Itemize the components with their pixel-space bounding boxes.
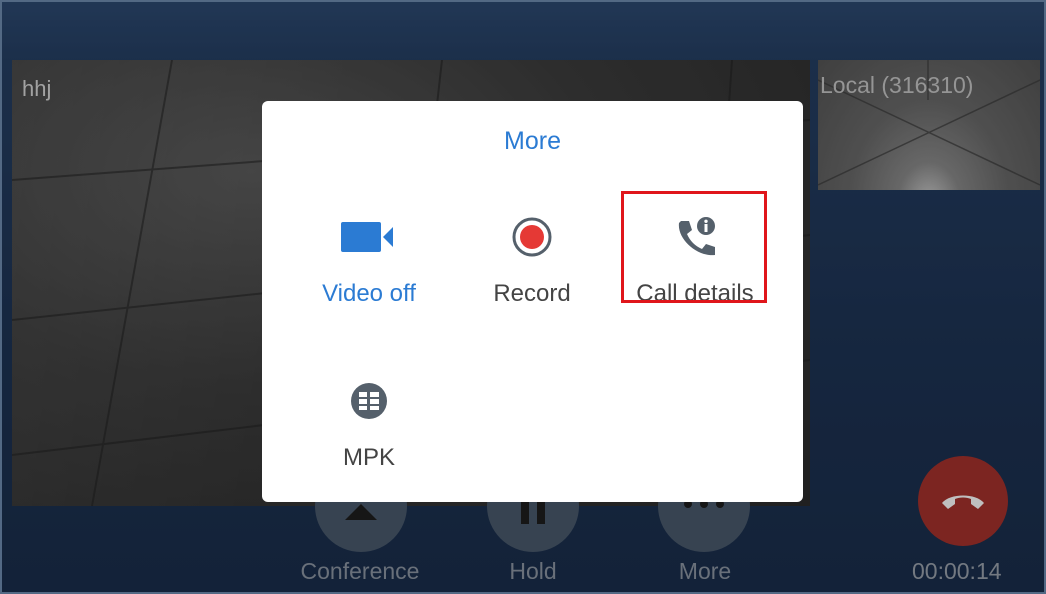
record-option[interactable]: Record — [452, 214, 612, 308]
record-label: Record — [493, 280, 571, 307]
mpk-label: MPK — [342, 444, 395, 471]
mpk-grid-icon — [351, 383, 387, 419]
video-off-label: Video off — [322, 280, 416, 307]
call-details-highlight — [621, 191, 767, 303]
video-camera-icon — [341, 222, 393, 252]
video-off-option[interactable]: Video off — [289, 214, 449, 308]
dialog-title: More — [504, 127, 561, 155]
record-icon — [512, 217, 552, 257]
mpk-option[interactable]: MPK — [289, 378, 449, 472]
